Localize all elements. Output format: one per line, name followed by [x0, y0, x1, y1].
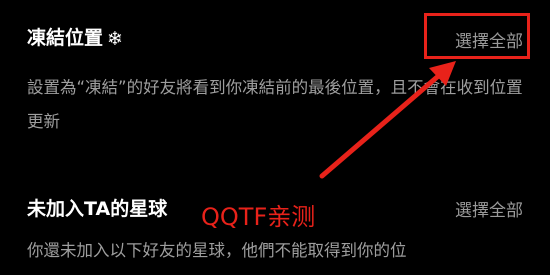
freeze-title-text: 凍結位置: [27, 27, 104, 49]
planet-select-all-button[interactable]: 選擇全部: [455, 196, 523, 221]
watermark-text: QQTF亲测: [201, 203, 316, 231]
annotation-highlight-box: [424, 13, 530, 59]
snowflake-icon: ❄: [107, 28, 123, 50]
planet-section-description: 你還未加入以下好友的星球，他們不能取得到你的位: [27, 241, 407, 260]
freeze-section-description: 設置為“凍結”的好友將看到你凍結前的最後位置，且不會在收到位置更新: [27, 78, 523, 131]
freeze-section-title: 凍結位置 ❄: [27, 23, 123, 50]
planet-section-title: 未加入TA的星球: [27, 198, 168, 220]
